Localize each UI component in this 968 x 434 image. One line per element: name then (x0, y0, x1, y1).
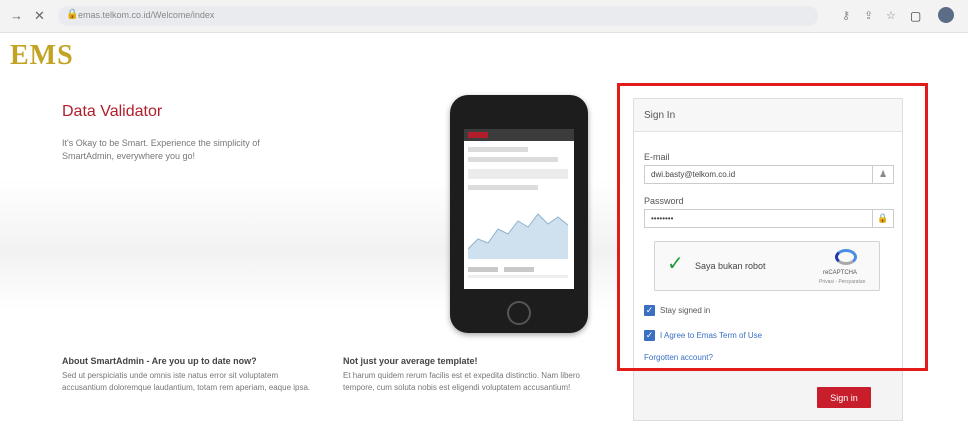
about-text: Sed ut perspiciatis unde omnis iste natu… (62, 371, 311, 392)
address-bar[interactable]: 🔒 emas.telkom.co.id/Welcome/index (58, 6, 818, 26)
phone-screen-line (504, 267, 534, 272)
template-text: Et harum quidem rerum facilis est et exp… (343, 371, 580, 392)
profile-avatar[interactable] (938, 7, 954, 23)
phone-screen-line (468, 267, 498, 272)
phone-screen-line (468, 185, 538, 190)
url-text: emas.telkom.co.id/Welcome/index (78, 10, 215, 20)
browser-toolbar: → ✕ 🔒 emas.telkom.co.id/Welcome/index ⚷ … (0, 0, 968, 33)
logo: EMS (10, 40, 74, 71)
page-title: Data Validator (62, 103, 163, 120)
share-icon[interactable]: ⇪ (864, 9, 873, 22)
phone-home-button (507, 301, 531, 325)
key-icon[interactable]: ⚷ (842, 9, 850, 22)
hero-description: It's Okay to be Smart. Experience the si… (62, 138, 260, 161)
highlight-box (617, 83, 928, 371)
signin-button[interactable]: Sign in (817, 387, 871, 408)
close-icon[interactable]: ✕ (34, 8, 45, 24)
star-icon[interactable]: ☆ (886, 9, 896, 22)
about-title: About SmartAdmin - Are you up to date no… (62, 356, 257, 366)
phone-image (450, 95, 588, 333)
template-title: Not just your average template! (343, 356, 478, 366)
lock-icon: 🔒 (66, 9, 79, 20)
phone-screen-chart (468, 213, 568, 259)
signin-footer: Sign in (633, 368, 903, 421)
phone-screen-line (468, 157, 558, 162)
phone-screen (464, 129, 574, 289)
tab-icon[interactable]: ▢ (910, 9, 921, 23)
forward-icon[interactable]: → (10, 8, 23, 24)
phone-screen-header (464, 129, 574, 141)
phone-screen-line (468, 169, 568, 179)
phone-screen-line (468, 147, 528, 152)
phone-screen-line (468, 275, 568, 278)
